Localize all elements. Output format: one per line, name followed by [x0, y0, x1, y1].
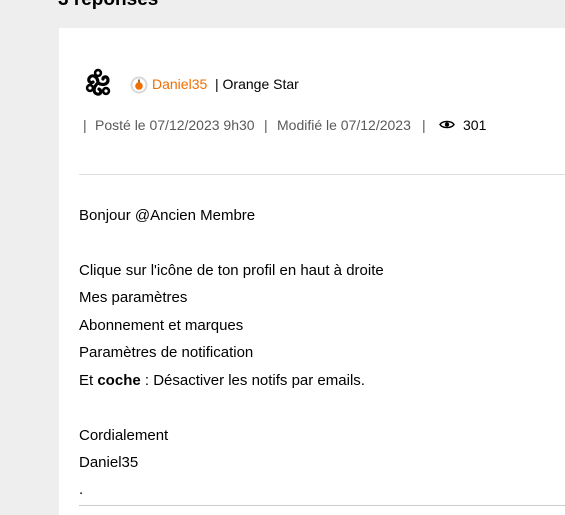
triskelion-icon[interactable] [81, 66, 115, 100]
body-step-uncheck-suffix: : Désactiver les notifs par emails. [140, 372, 365, 389]
author-name-link[interactable]: Daniel35 [152, 75, 207, 93]
body-step-notifications: Paramètres de notification [79, 344, 254, 361]
body-greeting: Bonjour @Ancien Membre [79, 207, 256, 224]
orange-badge-icon [130, 76, 148, 94]
meta-separator: | [83, 117, 87, 133]
posted-date: Posté le 07/12/2023 9h30 [95, 117, 255, 133]
author-rank-separator: | [215, 76, 219, 92]
author-rank: | Orange Star [215, 75, 299, 93]
body-step-subscriptions: Abonnement et marques [79, 317, 244, 334]
body-step-uncheck: Et coche : Désactiver les notifs par ema… [79, 372, 365, 390]
body-step-uncheck-bold: coche [97, 372, 141, 389]
body-step-settings: Mes paramètres [79, 289, 188, 306]
body-trailing-dot: . [79, 481, 84, 498]
views-count: 301 [463, 117, 487, 133]
footer-divider [79, 505, 565, 506]
body-closing: Cordialement [79, 427, 169, 444]
replies-count-title: 3 réponses [58, 0, 158, 11]
header-divider [79, 174, 565, 175]
meta-separator: | [422, 117, 426, 133]
author-rank-label: Orange Star [222, 76, 299, 92]
reply-card: Daniel35 | Orange Star | Posté le 07/12/… [59, 28, 565, 515]
body-step-uncheck-prefix: Et [79, 372, 98, 389]
body-signature: Daniel35 [79, 454, 139, 471]
meta-separator: | [264, 117, 268, 133]
modified-date: Modifié le 07/12/2023 [277, 117, 411, 133]
eye-icon [439, 120, 455, 129]
body-step-profile: Clique sur l'icône de ton profil en haut… [79, 262, 384, 279]
